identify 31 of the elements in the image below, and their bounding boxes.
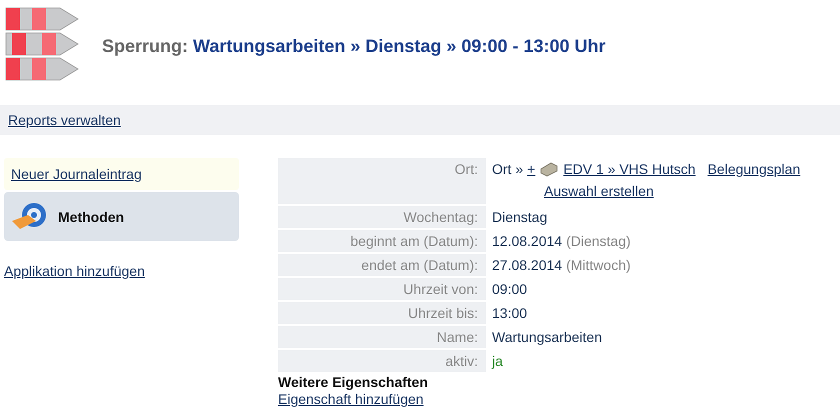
add-app-link[interactable]: Applikation hinzufügen: [4, 263, 239, 279]
field-label: Uhrzeit von:: [278, 278, 486, 300]
field-value: 13:00: [492, 305, 528, 321]
field-value: 09:00: [492, 281, 528, 297]
field-label: Ort:: [278, 158, 486, 204]
plan-link[interactable]: Belegungsplan: [708, 160, 800, 178]
add-link[interactable]: +: [527, 160, 536, 178]
weekday-note: (Dienstag): [566, 233, 631, 249]
weekday-note: (Mittwoch): [566, 257, 631, 273]
field-label: Uhrzeit bis:: [278, 302, 486, 324]
methods-item[interactable]: Methoden: [4, 192, 239, 241]
field-value: 12.08.2014: [492, 233, 562, 249]
page-title: Wartungsarbeiten » Dienstag » 09:00 - 13:00 Uhr: [193, 36, 606, 56]
title-prefix: Sperrung:: [102, 36, 188, 56]
field-value: ja: [492, 353, 503, 369]
journal-link[interactable]: Neuer Journaleintrag: [11, 166, 142, 182]
field-value: 27.08.2014: [492, 257, 562, 273]
field-label: Name:: [278, 326, 486, 348]
reports-link[interactable]: Reports verwalten: [8, 112, 121, 128]
field-value: Wartungsarbeiten: [492, 329, 602, 345]
field-label: Wochentag:: [278, 206, 486, 228]
field-label: endet am (Datum):: [278, 254, 486, 276]
field-value: Dienstag: [492, 209, 548, 225]
add-property-link[interactable]: Eigenschaft hinzufügen: [278, 391, 424, 407]
field-label: aktiv:: [278, 350, 486, 372]
room-icon: [539, 161, 560, 177]
field-label: beginnt am (Datum):: [278, 230, 486, 252]
section-heading: Weitere Eigenschaften: [278, 374, 429, 391]
room-link[interactable]: EDV 1 » VHS Hutsch: [563, 160, 696, 178]
location-prefix: Ort »: [492, 160, 524, 178]
select-link[interactable]: Auswahl erstellen: [544, 182, 654, 200]
